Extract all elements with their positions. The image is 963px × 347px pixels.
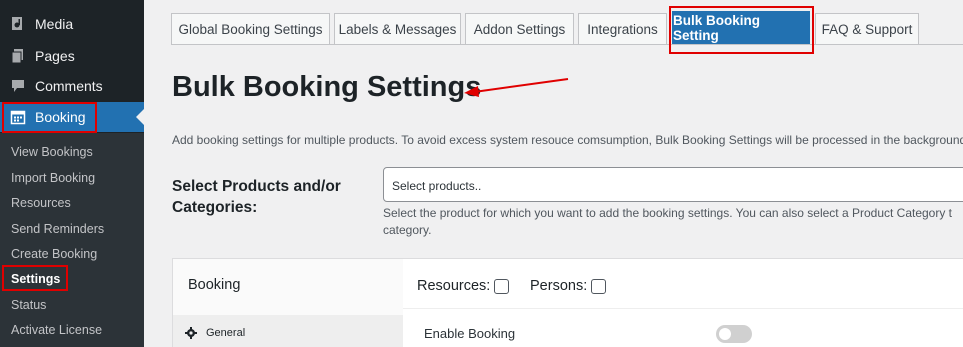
help-line1: Select the product for which you want to… bbox=[383, 206, 953, 220]
product-select-input[interactable]: Select products.. bbox=[383, 167, 963, 202]
booking-panel: Booking Resources: Persons: General Enab… bbox=[172, 258, 963, 347]
panel-title: Booking bbox=[188, 277, 241, 293]
submenu-import-booking[interactable]: Import Booking bbox=[11, 171, 95, 185]
resources-option: Resources: bbox=[417, 278, 510, 294]
admin-sidebar: Media Pages Comments Booking View Bookin… bbox=[0, 0, 144, 347]
tab-global-booking-settings[interactable]: Global Booking Settings bbox=[171, 13, 330, 45]
menu-label: Media bbox=[35, 16, 74, 32]
general-label: General bbox=[206, 327, 246, 339]
submenu-send-reminders[interactable]: Send Reminders bbox=[11, 222, 104, 236]
settings-highlight-box bbox=[2, 265, 68, 291]
field-label: Select Products and/or Categories: bbox=[172, 176, 341, 218]
submenu-resources[interactable]: Resources bbox=[11, 196, 71, 210]
field-help-text: Select the product for which you want to… bbox=[383, 205, 952, 239]
page-title: Bulk Booking Settings bbox=[172, 71, 482, 103]
field-label-line1: Select Products and/or bbox=[172, 178, 341, 195]
help-line2: category. bbox=[383, 223, 432, 237]
annotation-arrow-icon bbox=[464, 78, 569, 97]
panel-tab-general[interactable]: General bbox=[173, 315, 403, 347]
pages-icon bbox=[8, 46, 28, 66]
resources-checkbox[interactable] bbox=[494, 278, 510, 294]
resources-label: Resources: bbox=[417, 278, 491, 294]
media-icon bbox=[8, 14, 28, 34]
menu-label: Comments bbox=[35, 78, 103, 94]
tab-integrations[interactable]: Integrations bbox=[578, 13, 667, 45]
panel-header-divider bbox=[403, 308, 963, 309]
tab-labels-messages[interactable]: Labels & Messages bbox=[334, 13, 461, 45]
field-label-line2: Categories: bbox=[172, 199, 258, 216]
menu-item-media[interactable]: Media bbox=[0, 9, 144, 39]
submenu-create-booking[interactable]: Create Booking bbox=[11, 247, 97, 261]
tab-addon-settings[interactable]: Addon Settings bbox=[465, 13, 574, 45]
tab-faq-support[interactable]: FAQ & Support bbox=[815, 13, 919, 45]
menu-item-comments[interactable]: Comments bbox=[0, 71, 144, 101]
select-placeholder: Select products.. bbox=[392, 179, 482, 193]
comments-icon bbox=[8, 76, 28, 96]
enable-booking-toggle[interactable] bbox=[716, 325, 752, 343]
submenu-activate-license[interactable]: Activate License bbox=[11, 323, 102, 337]
persons-option: Persons: bbox=[530, 278, 607, 294]
persons-label: Persons: bbox=[530, 278, 588, 294]
enable-booking-label: Enable Booking bbox=[424, 326, 516, 341]
submenu-status[interactable]: Status bbox=[11, 298, 46, 312]
tab-highlight-box bbox=[669, 6, 814, 54]
page-description: Add booking settings for multiple produc… bbox=[172, 133, 963, 147]
persons-checkbox[interactable] bbox=[591, 278, 607, 294]
submenu-view-bookings[interactable]: View Bookings bbox=[11, 145, 93, 159]
booking-submenu: View Bookings Import Booking Resources S… bbox=[0, 133, 144, 347]
gear-icon bbox=[185, 327, 197, 339]
booking-highlight-box bbox=[2, 102, 97, 133]
menu-item-pages[interactable]: Pages bbox=[0, 41, 144, 71]
menu-label: Pages bbox=[35, 48, 75, 64]
